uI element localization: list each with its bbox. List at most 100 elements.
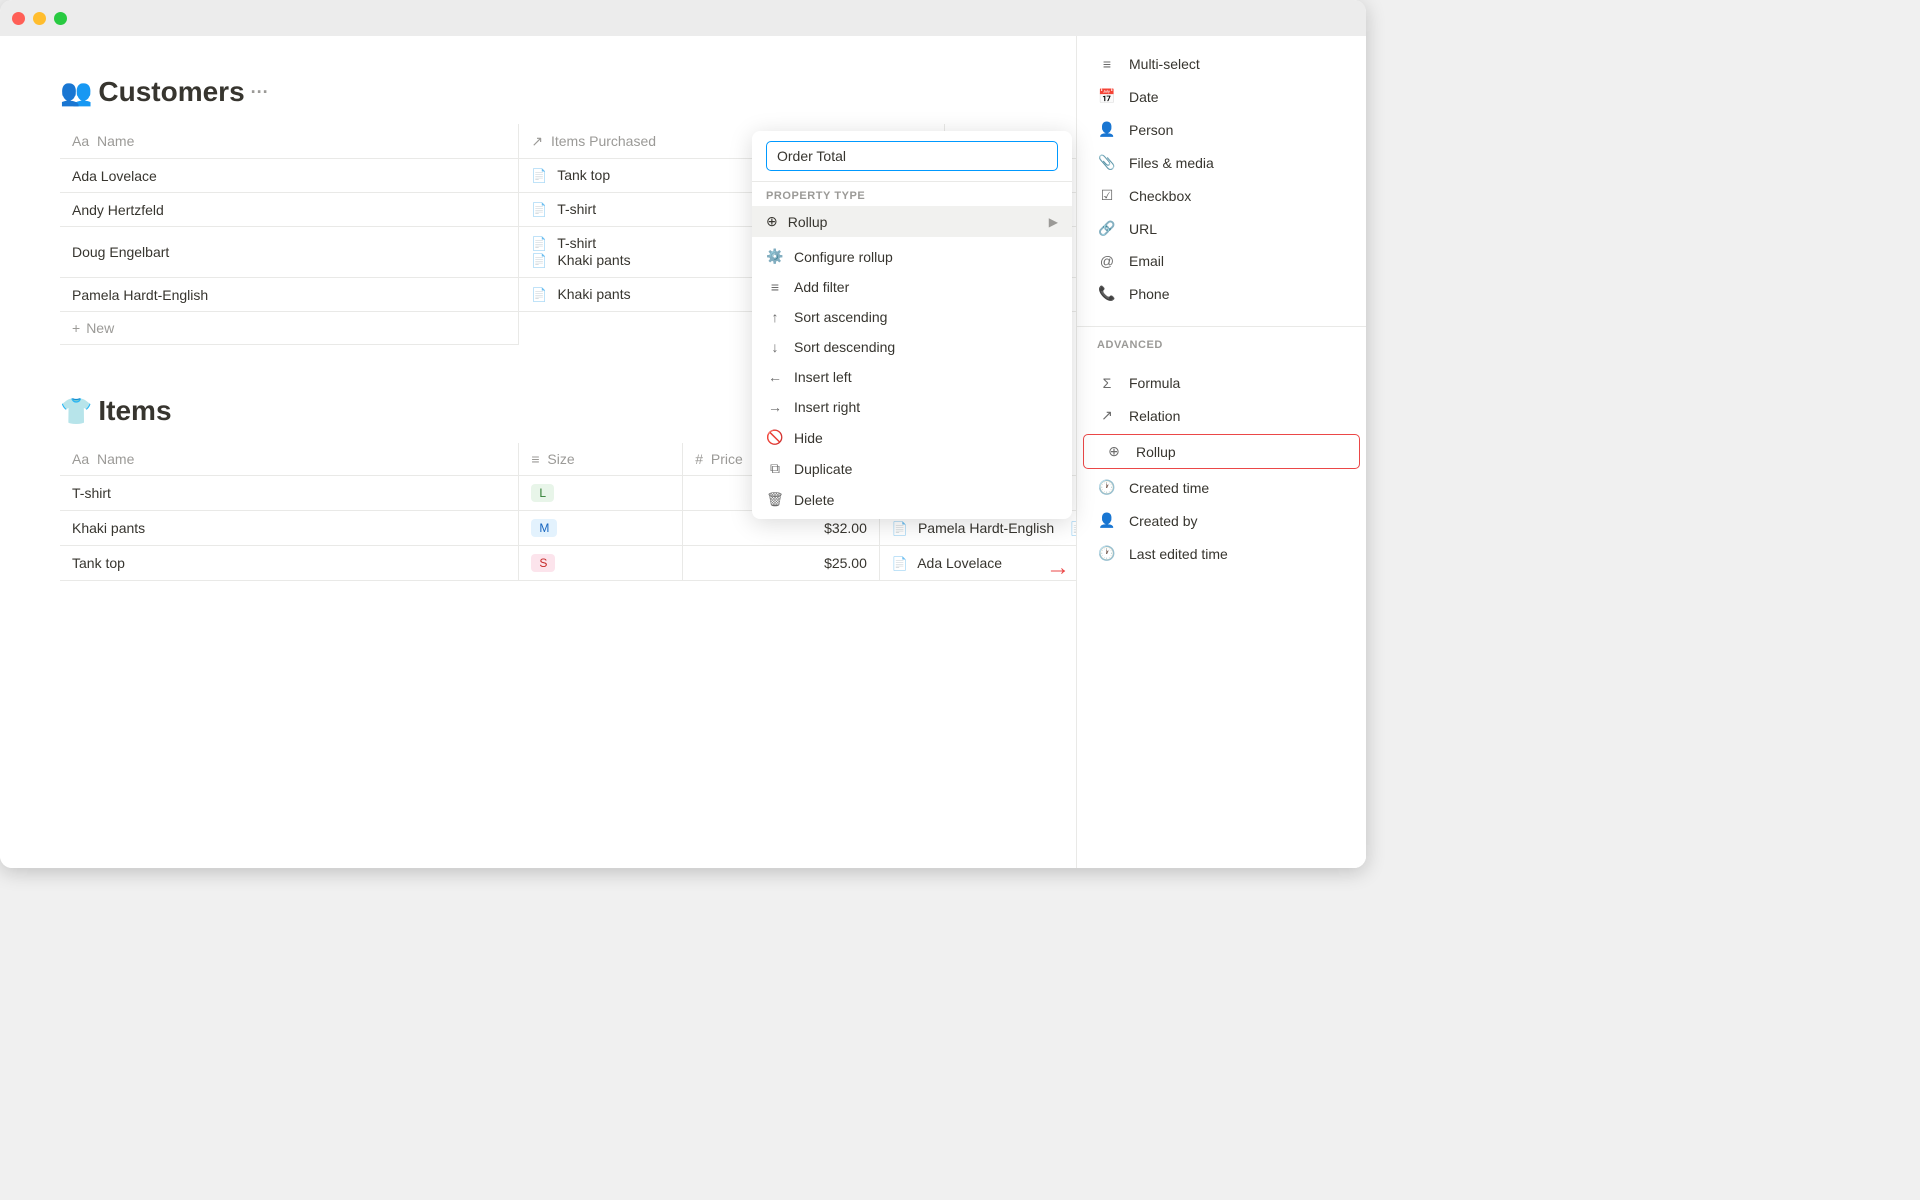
maximize-button[interactable]	[54, 12, 67, 25]
email-icon: @	[1097, 253, 1117, 269]
property-type-label: PROPERTY TYPE	[752, 182, 1072, 206]
insert-left-icon: ←	[766, 369, 784, 385]
checkbox-option[interactable]: ☑ Checkbox	[1077, 179, 1366, 212]
hide-item[interactable]: 🚫 Hide	[752, 422, 1072, 453]
item-name-cell: Khaki pants	[60, 511, 519, 546]
context-menu: ⚙️ Configure rollup ≡ Add filter ↑ Sort …	[752, 237, 1072, 519]
date-icon: 📅	[1097, 88, 1117, 105]
multiselect-icon: ≡	[1097, 56, 1117, 72]
hide-icon: 🚫	[766, 429, 784, 446]
delete-item[interactable]: 🗑 Delete	[752, 484, 1072, 515]
phone-icon: 📞	[1097, 285, 1117, 302]
doc-icon: 📄	[892, 521, 908, 536]
minimize-button[interactable]	[33, 12, 46, 25]
advanced-label: ADVANCED	[1077, 331, 1366, 355]
main-window: 👥 Customers ··· Aa Name ↗	[0, 0, 1366, 868]
date-option[interactable]: 📅 Date	[1077, 80, 1366, 113]
sort-descending-item[interactable]: ↓ Sort descending	[752, 332, 1072, 362]
duplicate-icon: ⧉	[766, 460, 784, 477]
customers-title: 👥 Customers ···	[60, 76, 269, 108]
sort-desc-icon: ↓	[766, 339, 784, 355]
item-size-cell: L	[519, 476, 683, 511]
chevron-right-icon: ▶	[1049, 215, 1058, 229]
new-row-cell[interactable]: + New	[60, 312, 519, 345]
name-icon: Aa	[72, 133, 89, 149]
items-name-header[interactable]: Aa Name	[60, 443, 519, 476]
formula-option[interactable]: Σ Formula	[1077, 367, 1366, 399]
person-option[interactable]: 👤 Person	[1077, 113, 1366, 146]
insert-right-icon: →	[766, 399, 784, 415]
gear-icon: ⚙️	[766, 248, 784, 265]
sort-ascending-item[interactable]: ↑ Sort ascending	[752, 302, 1072, 332]
doc-icon: 📄	[531, 168, 547, 183]
created-time-icon: 🕐	[1097, 479, 1117, 496]
customers-more-icon[interactable]: ···	[251, 82, 269, 103]
doc-icon: 📄	[892, 556, 908, 571]
url-option[interactable]: 🔗 URL	[1077, 212, 1366, 245]
customer-name-cell: Andy Hertzfeld	[60, 193, 519, 227]
relation-icon: ↗	[1097, 407, 1117, 424]
sort-asc-icon: ↑	[766, 309, 784, 325]
configure-rollup-item[interactable]: ⚙️ Configure rollup	[752, 241, 1072, 272]
rollup-search-icon: ⊕	[766, 213, 778, 230]
url-icon: 🔗	[1097, 220, 1117, 237]
created-by-icon: 👤	[1097, 512, 1117, 529]
files-icon: 📎	[1097, 154, 1117, 171]
trash-icon: 🗑	[766, 491, 784, 508]
item-size-cell: M	[519, 511, 683, 546]
created-by-option[interactable]: 👤 Created by	[1077, 504, 1366, 537]
items-icon: 👕	[60, 396, 92, 427]
size-badge: M	[531, 519, 557, 537]
formula-icon: Σ	[1097, 375, 1117, 391]
item-size-cell: S	[519, 546, 683, 581]
property-dropdown: PROPERTY TYPE ⊕ Rollup ▶ ⚙️ Configure ro…	[752, 131, 1072, 519]
size-badge: S	[531, 554, 555, 572]
property-name-input[interactable]	[766, 141, 1058, 171]
last-edited-time-icon: 🕐	[1097, 545, 1117, 562]
customer-name-cell: Doug Engelbart	[60, 227, 519, 278]
size-icon: ≡	[531, 451, 539, 467]
plus-icon: +	[72, 320, 80, 336]
files-option[interactable]: 📎 Files & media	[1077, 146, 1366, 179]
arrow-indicator: →	[1046, 554, 1070, 582]
price-icon: #	[695, 451, 703, 467]
insert-right-item[interactable]: → Insert right	[752, 392, 1072, 422]
duplicate-item[interactable]: ⧉ Duplicate	[752, 453, 1072, 484]
customers-name-header[interactable]: Aa Name	[60, 124, 519, 159]
dropdown-input-area	[752, 131, 1072, 182]
customer-name-cell: Ada Lovelace	[60, 159, 519, 193]
relation-option[interactable]: ↗ Relation	[1077, 399, 1366, 432]
name-icon: Aa	[72, 451, 89, 467]
rollup-icon: ⊕	[1104, 443, 1124, 460]
panel-divider	[1077, 326, 1366, 327]
created-time-option[interactable]: 🕐 Created time	[1077, 471, 1366, 504]
size-badge: L	[531, 484, 554, 502]
right-panel: ≡ Multi-select 📅 Date 👤 Person 📎 Files &…	[1076, 36, 1366, 868]
insert-left-item[interactable]: ← Insert left	[752, 362, 1072, 392]
doc-icon: 📄	[531, 202, 547, 217]
close-button[interactable]	[12, 12, 25, 25]
doc-icon: 📄	[531, 287, 547, 302]
multiselect-option[interactable]: ≡ Multi-select	[1077, 48, 1366, 80]
title-bar	[0, 0, 1366, 36]
last-edited-time-option[interactable]: 🕐 Last edited time	[1077, 537, 1366, 570]
items-icon: ↗	[531, 133, 543, 149]
items-size-header[interactable]: ≡ Size	[519, 443, 683, 476]
email-option[interactable]: @ Email	[1077, 245, 1366, 277]
doc-icon: 📄	[531, 253, 547, 268]
item-price-cell: $25.00	[683, 546, 880, 581]
rollup-type-selector[interactable]: ⊕ Rollup ▶	[752, 206, 1072, 237]
content-area: 👥 Customers ··· Aa Name ↗	[0, 36, 1366, 868]
item-name-cell: T-shirt	[60, 476, 519, 511]
panel-advanced-section: Σ Formula ↗ Relation ⊕ Rollup 🕐 Created …	[1077, 355, 1366, 582]
customers-icon: 👥	[60, 77, 92, 108]
add-filter-item[interactable]: ≡ Add filter	[752, 272, 1072, 302]
phone-option[interactable]: 📞 Phone	[1077, 277, 1366, 310]
panel-basic-section: ≡ Multi-select 📅 Date 👤 Person 📎 Files &…	[1077, 36, 1366, 322]
item-name-cell: Tank top	[60, 546, 519, 581]
rollup-option[interactable]: ⊕ Rollup	[1083, 434, 1360, 469]
customer-name-cell: Pamela Hardt-English	[60, 278, 519, 312]
checkbox-icon: ☑	[1097, 187, 1117, 204]
doc-icon: 📄	[531, 236, 547, 251]
person-icon: 👤	[1097, 121, 1117, 138]
